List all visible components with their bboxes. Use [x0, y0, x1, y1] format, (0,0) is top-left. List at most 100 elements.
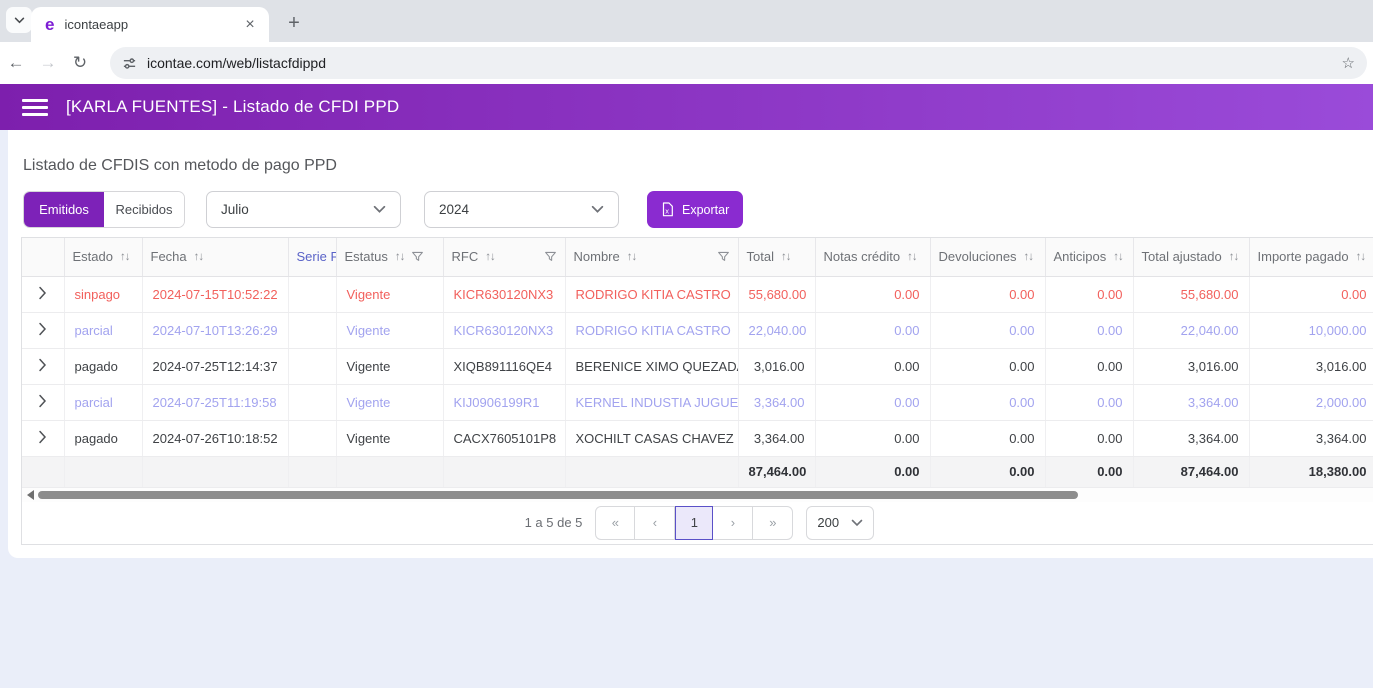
column-header-fecha[interactable]: Fecha↑↓: [142, 238, 288, 276]
expand-row-button[interactable]: [22, 348, 64, 384]
cell-importe_pagado: 0.00: [1249, 276, 1373, 312]
previous-page-button[interactable]: ‹: [635, 506, 675, 540]
cell-estado: pagado: [64, 420, 142, 456]
cell-notas_credito: 0.00: [815, 348, 930, 384]
column-header-total[interactable]: Total↑↓: [738, 238, 815, 276]
omnibox[interactable]: icontae.com/web/listacfdippd ☆: [110, 47, 1367, 79]
cell-devoluciones: 0.00: [930, 348, 1045, 384]
total-serie_folio: [288, 456, 336, 487]
cell-importe_pagado: 10,000.00: [1249, 312, 1373, 348]
forward-button[interactable]: →: [32, 53, 64, 73]
reload-button[interactable]: ↻: [64, 53, 96, 73]
cell-nombre: KERNEL INDUSTIA JUGUETERA: [565, 384, 738, 420]
filter-funnel-icon[interactable]: [717, 250, 730, 263]
horizontal-scrollbar[interactable]: [22, 488, 1373, 502]
bookmark-star-icon[interactable]: ☆: [1342, 54, 1355, 72]
month-select[interactable]: Julio: [206, 191, 401, 228]
cell-estatus: Vigente: [336, 420, 443, 456]
column-header-importe_pagado[interactable]: Importe pagado ↑↓: [1249, 238, 1373, 276]
cell-importe_pagado: 3,016.00: [1249, 348, 1373, 384]
sort-arrows-icon[interactable]: ↑↓: [1229, 251, 1239, 263]
year-select[interactable]: 2024: [424, 191, 619, 228]
column-header-estado[interactable]: Estado↑↓: [64, 238, 142, 276]
sort-arrows-icon[interactable]: ↑↓: [1024, 251, 1034, 263]
app-header: [KARLA FUENTES] - Listado de CFDI PPD: [0, 84, 1373, 130]
sort-arrows-icon[interactable]: ↑↓: [395, 251, 405, 263]
column-header-expander: [22, 238, 64, 276]
cell-importe_pagado: 2,000.00: [1249, 384, 1373, 420]
cell-estado: parcial: [64, 384, 142, 420]
column-header-devoluciones[interactable]: Devoluciones ↑↓: [930, 238, 1045, 276]
hamburger-menu-button[interactable]: [22, 95, 48, 120]
column-header-rfc[interactable]: RFC↑↓: [443, 238, 565, 276]
excel-file-icon: x: [661, 202, 674, 217]
column-header-estatus[interactable]: Estatus ↑↓: [336, 238, 443, 276]
cell-total_ajustado: 55,680.00: [1133, 276, 1249, 312]
site-settings-icon[interactable]: [122, 56, 137, 71]
total-notas_credito: 0.00: [815, 456, 930, 487]
cell-estado: parcial: [64, 312, 142, 348]
column-header-notas_credito[interactable]: Notas crédito↑↓: [815, 238, 930, 276]
tab-emitidos[interactable]: Emitidos: [24, 192, 104, 227]
cell-fecha: 2024-07-10T13:26:29: [142, 312, 288, 348]
sort-arrows-icon[interactable]: ↑↓: [627, 251, 637, 263]
address-bar: ← → ↻ icontae.com/web/listacfdippd ☆: [0, 42, 1373, 84]
expand-row-button[interactable]: [22, 384, 64, 420]
column-header-nombre[interactable]: Nombre↑↓: [565, 238, 738, 276]
expand-row-button[interactable]: [22, 312, 64, 348]
filter-funnel-icon[interactable]: [411, 250, 424, 263]
last-page-button[interactable]: »: [753, 506, 793, 540]
cell-serie_folio: [288, 276, 336, 312]
cell-rfc: KICR630120NX3: [443, 312, 565, 348]
sort-arrows-icon[interactable]: ↑↓: [781, 251, 791, 263]
back-button[interactable]: ←: [0, 53, 32, 73]
cell-notas_credito: 0.00: [815, 420, 930, 456]
sort-arrows-icon[interactable]: ↑↓: [1113, 251, 1123, 263]
cell-devoluciones: 0.00: [930, 312, 1045, 348]
cell-total_ajustado: 22,040.00: [1133, 312, 1249, 348]
sort-arrows-icon[interactable]: ↑↓: [485, 251, 495, 263]
next-page-button[interactable]: ›: [713, 506, 753, 540]
column-header-serie_folio: Serie F: [288, 238, 336, 276]
expand-row-icon: [38, 358, 47, 372]
filter-funnel-icon[interactable]: [544, 250, 557, 263]
expand-row-icon: [38, 322, 47, 336]
url-text[interactable]: icontae.com/web/listacfdippd: [147, 55, 1342, 71]
scrollbar-thumb[interactable]: [38, 491, 1078, 499]
expand-row-button[interactable]: [22, 276, 64, 312]
cell-total_ajustado: 3,364.00: [1133, 420, 1249, 456]
page-size-select[interactable]: 200: [806, 506, 874, 540]
column-label: Importe pagado: [1258, 249, 1349, 264]
sort-arrows-icon[interactable]: ↑↓: [1356, 251, 1366, 263]
cell-estado: sinpago: [64, 276, 142, 312]
expand-row-icon: [38, 286, 47, 300]
chevron-down-icon: [851, 519, 863, 527]
tab-recibidos[interactable]: Recibidos: [104, 192, 184, 227]
sort-arrows-icon[interactable]: ↑↓: [194, 251, 204, 263]
first-page-button[interactable]: «: [595, 506, 635, 540]
cell-fecha: 2024-07-25T12:14:37: [142, 348, 288, 384]
tab-title: icontaeapp: [64, 17, 241, 32]
new-tab-button[interactable]: +: [280, 10, 308, 38]
page-background: Listado de CFDIS con metodo de pago PPD …: [0, 130, 1373, 688]
expand-row-button[interactable]: [22, 420, 64, 456]
column-label: Devoluciones: [939, 249, 1017, 264]
sort-arrows-icon[interactable]: ↑↓: [907, 251, 917, 263]
column-label: Anticipos: [1054, 249, 1107, 264]
cell-serie_folio: [288, 348, 336, 384]
scroll-left-arrow-icon[interactable]: [27, 490, 34, 500]
column-header-anticipos[interactable]: Anticipos ↑↓: [1045, 238, 1133, 276]
cell-estatus: Vigente: [336, 312, 443, 348]
controls-row: Emitidos Recibidos Julio 2024 x Exportar: [23, 191, 1373, 228]
cell-rfc: CACX7605101P8: [443, 420, 565, 456]
sort-arrows-icon[interactable]: ↑↓: [120, 251, 130, 263]
export-button[interactable]: x Exportar: [647, 191, 743, 228]
current-page-button[interactable]: 1: [675, 506, 713, 540]
column-label: Estatus: [345, 249, 388, 264]
browser-tab[interactable]: e icontaeapp ×: [31, 7, 269, 42]
tab-search-button[interactable]: [6, 7, 32, 33]
cell-notas_credito: 0.00: [815, 276, 930, 312]
tab-close-icon[interactable]: ×: [241, 16, 259, 34]
column-header-total_ajustado[interactable]: Total ajustado↑↓: [1133, 238, 1249, 276]
cell-total: 55,680.00: [738, 276, 815, 312]
